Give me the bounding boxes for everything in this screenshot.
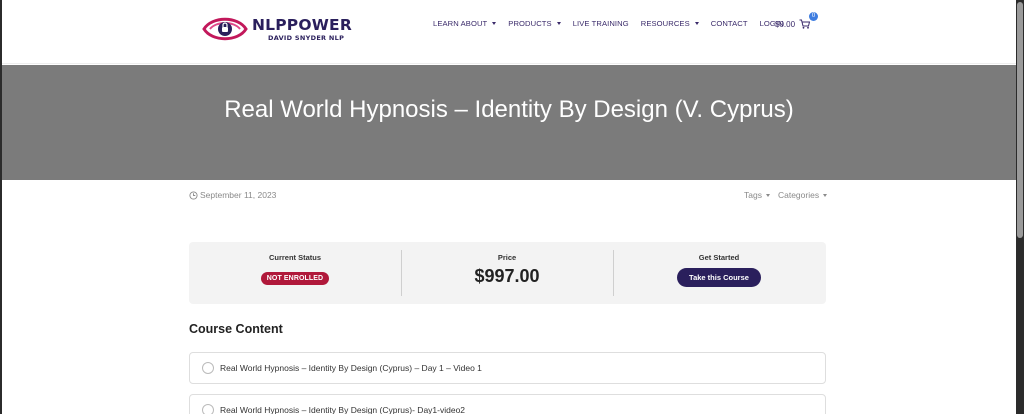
page-title: Real World Hypnosis – Identity By Design… <box>224 96 794 123</box>
nav-item-products[interactable]: PRODUCTS <box>508 19 561 28</box>
post-filters: Tags Categories <box>744 190 828 200</box>
status-badge: NOT ENROLLED <box>260 272 330 285</box>
get-started-label: Get Started <box>698 253 740 262</box>
brand-tagline: DAVID SNYDER NLP <box>268 33 345 42</box>
chevron-down-icon <box>556 22 561 25</box>
tags-dropdown[interactable]: Tags <box>744 190 770 200</box>
lesson-status-circle-icon <box>202 404 214 414</box>
nav-item-label: CONTACT <box>710 19 748 28</box>
price-value: $997.00 <box>474 266 540 286</box>
cart-count-badge: 0 <box>809 12 818 21</box>
brand-name: NLPPOWER <box>252 15 352 34</box>
post-date: September 11, 2023 <box>189 190 276 200</box>
clock-icon <box>189 190 198 200</box>
nav-item-learn-about[interactable]: LEARN ABOUT <box>433 19 497 28</box>
logo-text: NLPPOWER DAVID SNYDER NLP <box>252 15 352 42</box>
current-status-label: Current Status <box>268 253 322 262</box>
course-status-panel: Current Status NOT ENROLLED Price $997.0… <box>189 242 826 304</box>
nav-item-label: PRODUCTS <box>508 19 552 28</box>
take-course-button[interactable]: Take this Course <box>677 268 761 287</box>
course-content-heading: Course Content <box>189 322 283 336</box>
cart-link[interactable]: $0.00 0 <box>775 12 818 29</box>
eye-logo-icon <box>202 17 248 41</box>
current-status-column: Current Status NOT ENROLLED <box>189 242 401 304</box>
chevron-down-icon <box>694 22 699 25</box>
main-nav: LEARN ABOUT PRODUCTS LIVE TRAINING RESOU… <box>433 19 796 28</box>
nav-item-label: LEARN ABOUT <box>433 19 488 28</box>
chevron-down-icon <box>823 193 828 197</box>
nav-item-resources[interactable]: RESOURCES <box>641 19 699 28</box>
nav-item-contact[interactable]: CONTACT <box>711 19 748 28</box>
scrollbar-track[interactable] <box>1016 0 1024 414</box>
lesson-title: Real World Hypnosis – Identity By Design… <box>220 363 482 373</box>
price-label: Price <box>497 253 517 262</box>
cart-icon <box>799 19 811 29</box>
site-header: NLPPOWER DAVID SNYDER NLP LEARN ABOUT PR… <box>2 0 1016 64</box>
get-started-column: Get Started Take this Course <box>613 242 825 304</box>
post-date-text: September 11, 2023 <box>200 190 277 200</box>
hero-banner: Real World Hypnosis – Identity By Design… <box>2 65 1016 180</box>
scrollbar-thumb[interactable] <box>1017 2 1023 238</box>
chevron-down-icon <box>492 22 497 25</box>
lesson-item[interactable]: Real World Hypnosis – Identity By Design… <box>189 394 826 414</box>
nav-item-label: LIVE TRAINING <box>572 19 629 28</box>
lesson-item[interactable]: Real World Hypnosis – Identity By Design… <box>189 352 826 384</box>
cart-amount: $0.00 <box>775 19 796 29</box>
categories-label: Categories <box>777 190 820 200</box>
lesson-status-circle-icon <box>202 362 214 374</box>
nav-item-live-training[interactable]: LIVE TRAINING <box>573 19 629 28</box>
price-column: Price $997.00 <box>401 242 613 304</box>
lesson-title: Real World Hypnosis – Identity By Design… <box>220 405 466 414</box>
categories-dropdown[interactable]: Categories <box>777 190 828 200</box>
nav-item-label: RESOURCES <box>640 19 690 28</box>
chevron-down-icon <box>765 193 770 197</box>
tags-label: Tags <box>744 190 762 200</box>
site-logo[interactable]: NLPPOWER DAVID SNYDER NLP <box>202 9 352 49</box>
